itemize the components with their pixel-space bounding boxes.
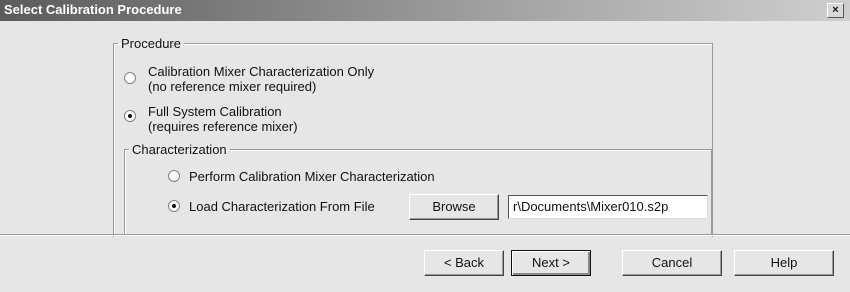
select-calibration-dialog: Select Calibration Procedure × Procedure… <box>0 0 850 292</box>
load-characterization-label[interactable]: Load Characterization From File <box>189 199 375 214</box>
browse-button[interactable]: Browse <box>409 194 499 220</box>
perform-characterization-label[interactable]: Perform Calibration Mixer Characterizati… <box>189 169 435 184</box>
perform-characterization-radio[interactable] <box>168 170 180 182</box>
full-system-calibration-label[interactable]: Full System Calibration <box>148 104 282 119</box>
calibration-mixer-only-radio[interactable] <box>124 72 136 84</box>
help-button[interactable]: Help <box>734 250 834 276</box>
button-separator <box>0 234 850 236</box>
procedure-legend: Procedure <box>121 36 181 51</box>
title-bar[interactable]: Select Calibration Procedure × <box>0 0 850 21</box>
window-title: Select Calibration Procedure <box>4 2 182 17</box>
characterization-file-input[interactable]: r\Documents\Mixer010.s2p <box>508 195 708 219</box>
calibration-mixer-only-label[interactable]: Calibration Mixer Characterization Only <box>148 64 374 79</box>
full-system-calibration-radio[interactable] <box>124 110 136 122</box>
characterization-legend: Characterization <box>132 142 227 157</box>
calibration-mixer-only-note: (no reference mixer required) <box>148 79 317 94</box>
close-icon[interactable]: × <box>827 3 844 18</box>
full-system-calibration-note: (requires reference mixer) <box>148 119 298 134</box>
characterization-group: Characterization <box>124 142 712 235</box>
back-button[interactable]: < Back <box>424 250 504 276</box>
load-characterization-radio[interactable] <box>168 200 180 212</box>
next-button[interactable]: Next > <box>511 250 591 276</box>
cancel-button[interactable]: Cancel <box>622 250 722 276</box>
